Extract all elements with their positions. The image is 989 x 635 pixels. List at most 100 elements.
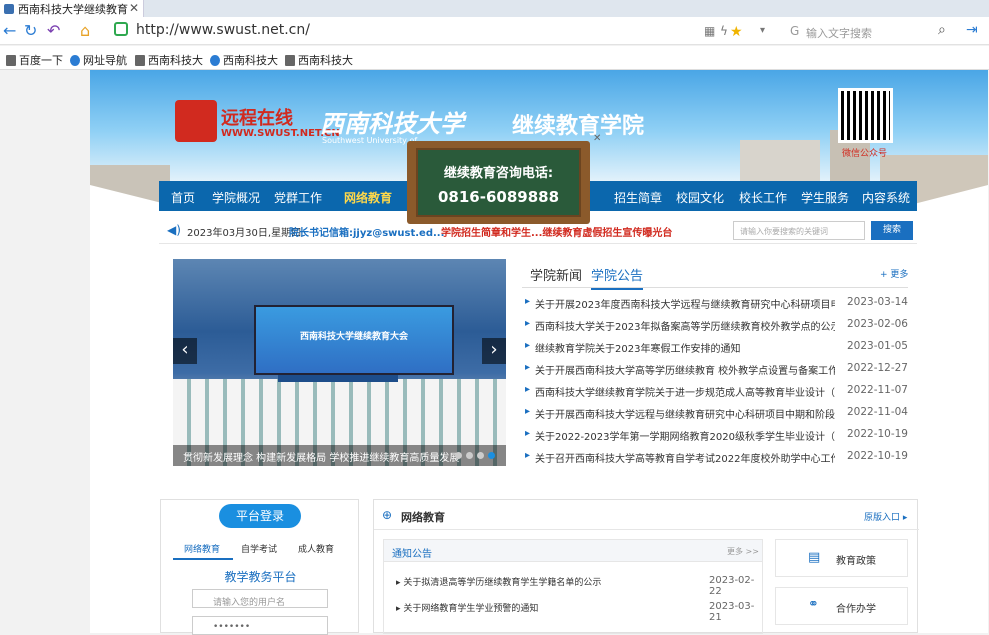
favorite-star-icon[interactable]: ★ bbox=[730, 24, 743, 40]
nav-network-edu[interactable]: 网络教育 bbox=[344, 189, 392, 206]
news-date: 2022-11-04 bbox=[846, 406, 908, 418]
dropdown-icon[interactable]: ▾ bbox=[760, 25, 765, 36]
tab-title: 西南科技大学继续教育 bbox=[18, 2, 128, 16]
nav-student[interactable]: 学生服务 bbox=[801, 189, 849, 206]
slider-dot[interactable] bbox=[477, 452, 484, 459]
browser-search-input[interactable]: 输入文字搜索 bbox=[806, 25, 872, 41]
page-icon bbox=[285, 54, 295, 66]
site-search-button[interactable]: 搜索 bbox=[871, 221, 913, 240]
bullet-icon: ▸ bbox=[525, 318, 531, 329]
news-title: 西南科技大学关于2023年拟备案高等学历继续教育校外教学点的公示 bbox=[535, 322, 835, 333]
news-date: 2023-02-06 bbox=[846, 318, 908, 330]
news-title: 关于开展2023年度西南科技大学远程与继续教育研究中心科研项目申报... bbox=[535, 300, 835, 311]
bullet-icon: ▸ bbox=[525, 340, 531, 351]
news-title: 关于召开西南科技大学高等教育自学考试2022年度校外助学中心工作会... bbox=[535, 454, 835, 465]
browser-tab[interactable]: 西南科技大学继续教育 bbox=[0, 0, 144, 17]
notice-date: 2023-03-21 bbox=[709, 601, 755, 623]
news-date: 2022-12-27 bbox=[846, 362, 908, 374]
qr-code bbox=[838, 88, 893, 143]
bullet-icon: ▸ bbox=[525, 450, 531, 461]
nav-alumni[interactable]: 校长工作 bbox=[739, 189, 787, 206]
handshake-icon: ⚭ bbox=[808, 597, 819, 612]
login-tab-network[interactable]: 网络教育 bbox=[184, 542, 220, 555]
bullet-icon: ▸ bbox=[525, 406, 531, 417]
qr-icon[interactable]: ▦ bbox=[704, 24, 715, 38]
search-icon[interactable]: ⌕ bbox=[938, 22, 946, 38]
news-more-link[interactable]: + 更多 bbox=[880, 267, 908, 280]
news-item[interactable]: ▸ 关于开展2023年度西南科技大学远程与继续教育研究中心科研项目申报... 20… bbox=[525, 296, 908, 314]
login-tab-adult[interactable]: 成人教育 bbox=[298, 542, 334, 555]
slider-next-button[interactable]: › bbox=[482, 338, 506, 364]
news-title: 关于开展西南科技大学远程与继续教育研究中心科研项目中期和阶段检... bbox=[535, 410, 835, 421]
news-title: 继续教育学院关于2023年寒假工作安排的通知 bbox=[535, 344, 741, 355]
notice-item[interactable]: ▸ 关于拟清退高等学历继续教育学生学籍名单的公示 bbox=[396, 575, 601, 588]
nav-home[interactable]: 首页 bbox=[171, 189, 195, 206]
password-input[interactable]: ••••••• bbox=[192, 616, 328, 635]
news-item[interactable]: ▸ 继续教育学院关于2023年寒假工作安排的通知 2023-01-05 bbox=[525, 340, 908, 358]
undo-icon[interactable]: ↶ bbox=[47, 21, 60, 41]
marquee-text[interactable]: 学院招生简章和学生...继续教育虚假招生宣传曝光台 bbox=[441, 224, 672, 239]
lightning-icon[interactable]: ϟ bbox=[720, 24, 728, 38]
login-tab-self-study[interactable]: 自学考试 bbox=[241, 542, 277, 555]
date-text: 2023年03月30日,星期四 bbox=[187, 228, 302, 239]
search-engine-icon[interactable]: G bbox=[790, 24, 799, 38]
nav-culture[interactable]: 校园文化 bbox=[676, 189, 724, 206]
bookmark-item[interactable]: 西南科技大 bbox=[135, 52, 203, 68]
bookmark-item[interactable]: 网址导航 bbox=[70, 52, 127, 68]
notice-item[interactable]: ▸ 关于网络教育学生学业预警的通知 bbox=[396, 601, 538, 614]
original-entry-link[interactable]: 原版入口 ▸ bbox=[864, 510, 907, 523]
bookmark-item[interactable]: 西南科技大 bbox=[285, 52, 353, 68]
refresh-icon[interactable]: ↻ bbox=[24, 21, 37, 41]
bullet-icon: ▸ bbox=[525, 362, 531, 373]
news-item[interactable]: ▸ 关于2022-2023学年第一学期网络教育2020级秋季学生毕业设计（论文.… bbox=[525, 428, 908, 446]
bookmark-item[interactable]: 西南科技大 bbox=[210, 52, 278, 68]
news-item[interactable]: ▸ 西南科技大学继续教育学院关于进一步规范成人高等教育毕业设计（论... 2022… bbox=[525, 384, 908, 402]
news-item[interactable]: ▸ 关于开展西南科技大学高等学历继续教育 校外教学点设置与备案工作的... 202… bbox=[525, 362, 908, 380]
news-date: 2022-10-19 bbox=[846, 428, 908, 440]
close-tab-icon[interactable]: ✕ bbox=[129, 1, 139, 15]
page-icon bbox=[6, 54, 16, 66]
college-name: 继续教育学院 bbox=[512, 114, 645, 139]
login-title: 平台登录 bbox=[219, 504, 301, 528]
tab-college-news[interactable]: 学院新闻 bbox=[530, 265, 582, 284]
bookmark-item[interactable]: 百度一下 bbox=[6, 52, 63, 68]
slider-dot[interactable] bbox=[455, 452, 462, 459]
news-item[interactable]: ▸ 关于召开西南科技大学高等教育自学考试2022年度校外助学中心工作会... 20… bbox=[525, 450, 908, 468]
login-icon[interactable]: ⇥ bbox=[966, 22, 978, 38]
url-field[interactable]: http://www.swust.net.cn/ bbox=[136, 22, 310, 38]
email-link[interactable]: 院长书记信箱:jjyz@swust.ed... bbox=[289, 224, 444, 239]
qr-label: 微信公众号 bbox=[842, 149, 888, 159]
platform-title: 教学教务平台 bbox=[224, 570, 297, 584]
notice-date: 2023-02-22 bbox=[709, 575, 755, 597]
slider-dot-active[interactable] bbox=[488, 452, 495, 459]
news-date: 2023-03-14 bbox=[846, 296, 908, 308]
site-search-input[interactable]: 请输入你要搜索的关键词 bbox=[733, 221, 865, 240]
username-input[interactable]: 请输入您的用户名 bbox=[192, 589, 328, 608]
slider-dot[interactable] bbox=[466, 452, 473, 459]
nav-admission[interactable]: 招生简章 bbox=[614, 189, 662, 206]
news-title: 西南科技大学继续教育学院关于进一步规范成人高等教育毕业设计（论... bbox=[535, 388, 835, 399]
home-icon[interactable]: ⌂ bbox=[80, 21, 90, 41]
secure-shield-icon bbox=[114, 22, 128, 36]
nav-system[interactable]: 内容系统 bbox=[862, 189, 910, 206]
consult-label: 继续教育咨询电话: bbox=[443, 166, 554, 181]
search-icon bbox=[210, 54, 220, 66]
back-icon[interactable]: ← bbox=[3, 21, 16, 41]
news-item[interactable]: ▸ 西南科技大学关于2023年拟备案高等学历继续教育校外教学点的公示 2023-0… bbox=[525, 318, 908, 336]
news-item[interactable]: ▸ 关于开展西南科技大学远程与继续教育研究中心科研项目中期和阶段检... 2022… bbox=[525, 406, 908, 424]
network-edu-panel: ⊕ 网络教育 原版入口 ▸ 通知公告 更多 >> ▸ 关于拟清退高等学历继续教育… bbox=[373, 499, 919, 634]
bullet-icon: ▸ bbox=[525, 428, 531, 439]
book-icon: ▤ bbox=[808, 550, 821, 565]
policy-button[interactable]: ▤ 教育政策 bbox=[775, 539, 908, 577]
bullet-icon: ▸ bbox=[525, 384, 531, 395]
slider-prev-button[interactable]: ‹ bbox=[173, 338, 197, 364]
screen-title: 西南科技大学继续教育大会 bbox=[299, 332, 408, 342]
notice-more-link[interactable]: 更多 >> bbox=[727, 546, 759, 557]
emblem-icon bbox=[175, 100, 217, 142]
nav-about[interactable]: 学院概况 bbox=[212, 189, 260, 206]
divider bbox=[374, 529, 919, 530]
cooperation-button[interactable]: ⚭ 合作办学 bbox=[775, 587, 908, 625]
news-title: 关于2022-2023学年第一学期网络教育2020级秋季学生毕业设计（论文... bbox=[535, 432, 835, 443]
close-icon[interactable]: ✕ bbox=[593, 133, 601, 144]
nav-party[interactable]: 党群工作 bbox=[274, 189, 322, 206]
